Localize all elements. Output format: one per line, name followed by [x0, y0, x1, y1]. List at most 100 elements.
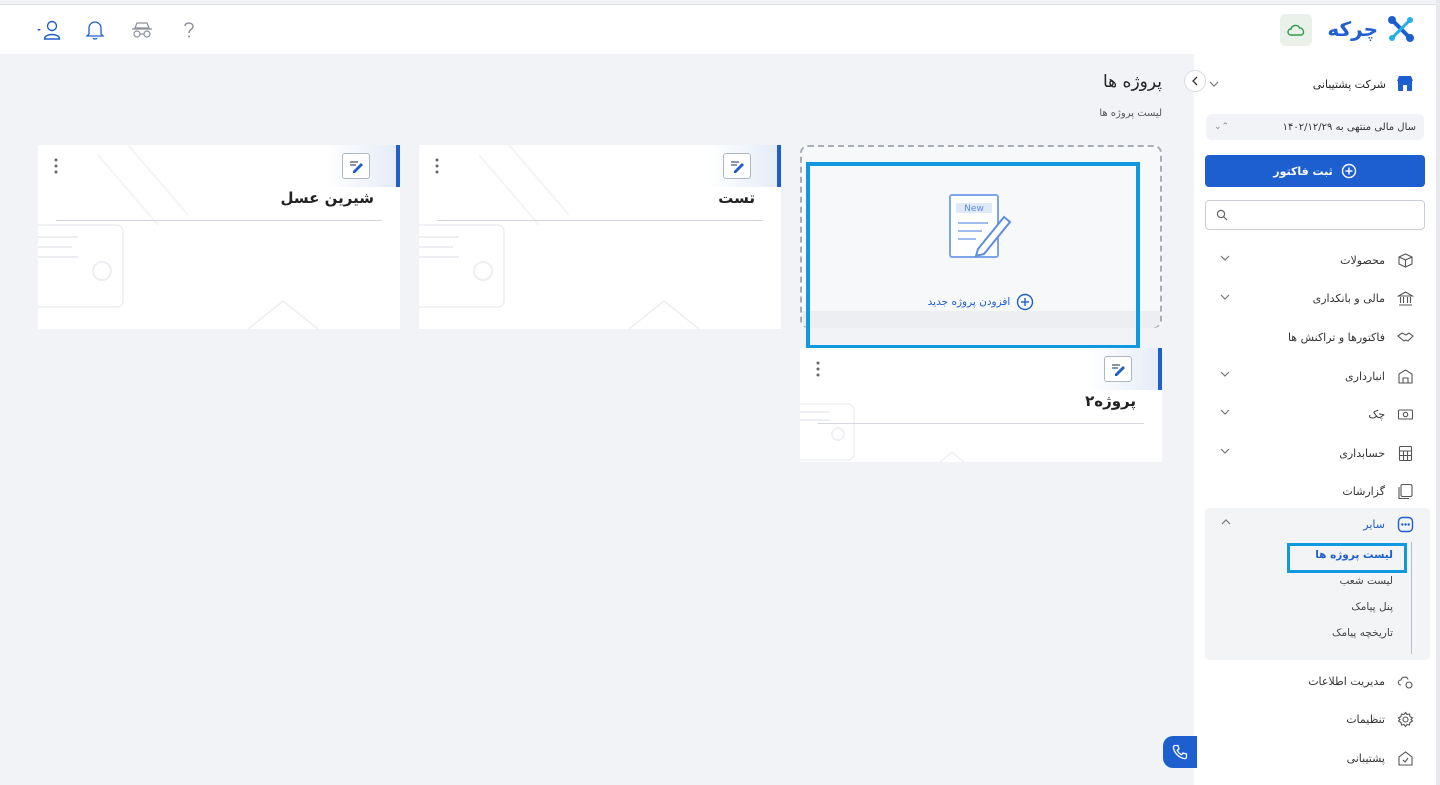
chevron-down-icon: [1209, 81, 1219, 87]
chevron-up-icon: [1221, 519, 1231, 525]
highlight-box: [1287, 543, 1407, 573]
chevron-down-icon: [1220, 409, 1230, 416]
sidebar-item-label: مالی و بانکداری: [1312, 292, 1385, 306]
sidebar-item-products[interactable]: محصولات: [1194, 241, 1440, 280]
app-logo[interactable]: چرکه: [1327, 14, 1416, 44]
card-divider: [437, 220, 763, 221]
sidebar-item-label: مدیریت اطلاعات: [1308, 674, 1385, 688]
sidebar-item-data-management[interactable]: مدیریت اطلاعات: [1194, 662, 1440, 701]
report-icon: [1398, 484, 1413, 500]
warehouse-icon: [1398, 368, 1413, 384]
sidebar-item-label: انبارداری: [1345, 369, 1385, 383]
card-accent-strip: [1158, 348, 1162, 390]
project-name: پروژه۲: [1085, 392, 1136, 410]
bell-icon: [85, 21, 104, 40]
question-icon: [183, 22, 194, 38]
chevron-down-icon: [1220, 255, 1230, 261]
project-name: شیرین عسل: [280, 189, 374, 207]
card-accent-strip: [777, 145, 781, 187]
calculator-icon: [1398, 445, 1413, 461]
logo-text: چرکه: [1327, 17, 1378, 41]
edit-project-button[interactable]: [1104, 356, 1132, 382]
chevron-down-icon: [1220, 294, 1230, 300]
phone-icon: [1172, 744, 1188, 760]
updown-icon: ⌃⌄: [1214, 122, 1230, 132]
sidebar-item-settings[interactable]: تنظیمات: [1194, 701, 1440, 740]
cheque-icon: [1397, 409, 1414, 420]
more-vertical-icon[interactable]: [814, 360, 822, 378]
cloud-sync-button[interactable]: [1280, 14, 1312, 46]
sidebar-subitem-sms-panel[interactable]: پنل پیامک: [1212, 594, 1411, 620]
more-icon: [1397, 516, 1414, 532]
project-card[interactable]: شیرین عسل: [38, 145, 400, 329]
add-invoice-button[interactable]: ثبت فاکتور: [1205, 155, 1425, 187]
sidebar-item-label: محصولات: [1340, 253, 1385, 267]
chevron-left-icon: [1192, 76, 1198, 86]
sidebar-item-accounting[interactable]: حسابداری: [1194, 434, 1440, 473]
edit-project-button[interactable]: [342, 153, 370, 179]
support-call-button[interactable]: [1163, 736, 1197, 768]
sidebar-item-label: حسابداری: [1339, 446, 1385, 460]
bank-icon: [1397, 291, 1414, 306]
page-title: پروژه ها: [1103, 72, 1162, 92]
edit-icon: [1112, 364, 1125, 376]
sidebar-item-label: پشتیبانی: [1346, 751, 1385, 765]
help-button[interactable]: [165, 17, 212, 43]
sidebar-collapse-button[interactable]: [1184, 70, 1206, 92]
sidebar-item-finance[interactable]: مالی و بانکداری: [1194, 280, 1440, 319]
project-card[interactable]: تست: [419, 145, 781, 329]
box-icon: [1398, 253, 1413, 268]
sidebar-item-label: سایر: [1363, 517, 1385, 531]
chevron-down-icon: [1220, 448, 1230, 454]
store-icon: [1397, 76, 1413, 91]
card-accent-strip: [396, 145, 400, 187]
cloud-icon: [1287, 24, 1305, 36]
user-menu-button[interactable]: [24, 17, 71, 43]
breadcrumb[interactable]: لیست پروژه ها: [1099, 108, 1162, 119]
sidebar: شرکت پشتیبانی سال مالی منتهی به ۱۴۰۲/۱۲/…: [1194, 54, 1440, 785]
sidebar-item-support[interactable]: پشتیبانی: [1194, 739, 1440, 778]
gear-icon: [1397, 711, 1414, 728]
more-vertical-icon[interactable]: [52, 157, 60, 175]
sidebar-item-cheque[interactable]: چک: [1194, 395, 1440, 434]
sidebar-item-label: تنظیمات: [1346, 713, 1385, 727]
sidebar-item-warehouse[interactable]: انبارداری: [1194, 357, 1440, 396]
top-actions: [24, 17, 212, 43]
sidebar-bottom-menu: مدیریت اطلاعات تنظیمات پشتیبانی: [1194, 662, 1440, 778]
user-icon: [36, 20, 60, 40]
sidebar-menu: محصولات مالی و بانکداری فاکتورها و تراکن…: [1194, 241, 1440, 511]
top-bar: چرکه: [0, 4, 1440, 54]
incognito-button[interactable]: [118, 17, 165, 43]
company-selector[interactable]: شرکت پشتیبانی: [1209, 72, 1414, 96]
window-edge: [1436, 0, 1440, 785]
sidebar-item-label: چک: [1368, 408, 1385, 422]
incognito-icon: [131, 22, 152, 38]
card-divider: [56, 220, 382, 221]
sidebar-item-label: گزارشات: [1342, 485, 1385, 499]
logo-icon: [1388, 16, 1414, 42]
sidebar-group-other: سایر لیست پروژه ها لیست شعب پنل پیامک تا…: [1205, 508, 1430, 660]
more-vertical-icon[interactable]: [433, 157, 441, 175]
edit-icon: [350, 161, 363, 173]
card-divider: [818, 423, 1144, 424]
fiscal-year-selector[interactable]: سال مالی منتهی به ۱۴۰۲/۱۲/۲۹ ⌃⌄: [1206, 114, 1424, 140]
highlight-box: [806, 162, 1140, 349]
sidebar-item-other[interactable]: سایر: [1205, 508, 1430, 540]
sidebar-item-invoices[interactable]: فاکتورها و تراکنش ها: [1194, 318, 1440, 357]
sidebar-item-reports[interactable]: گزارشات: [1194, 473, 1440, 512]
handshake-icon: [1397, 332, 1414, 342]
company-name: شرکت پشتیبانی: [1312, 77, 1386, 91]
edit-project-button[interactable]: [723, 153, 751, 179]
chevron-down-icon: [1220, 371, 1230, 377]
sidebar-subitem-sms-history[interactable]: تاریخچه پیامک: [1212, 620, 1411, 646]
project-name: تست: [718, 189, 755, 207]
fiscal-year-label: سال مالی منتهی به ۱۴۰۲/۱۲/۲۹: [1282, 121, 1416, 133]
notifications-button[interactable]: [71, 17, 118, 43]
project-card[interactable]: پروژه۲: [800, 348, 1162, 462]
sidebar-item-label: فاکتورها و تراکنش ها: [1287, 330, 1385, 344]
add-invoice-label: ثبت فاکتور: [1273, 164, 1333, 178]
sidebar-search-input[interactable]: [1205, 200, 1425, 230]
search-icon: [1216, 209, 1228, 221]
support-icon: [1398, 751, 1413, 766]
edit-icon: [731, 161, 744, 173]
